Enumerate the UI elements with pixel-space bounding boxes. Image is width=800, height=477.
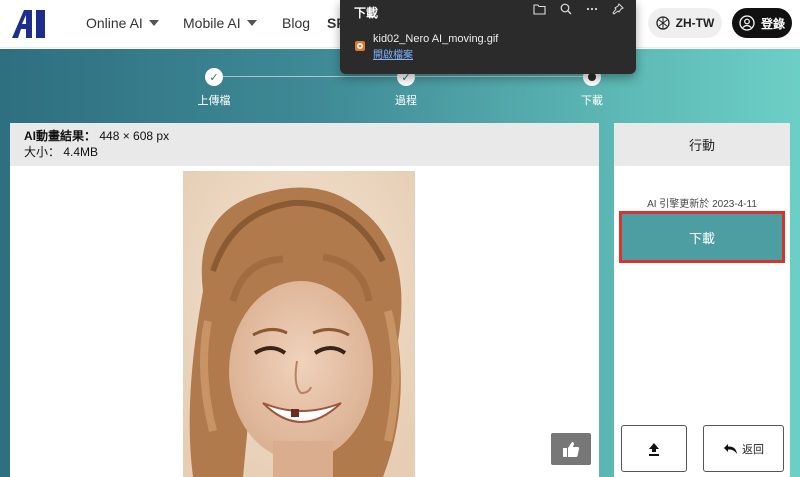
pin-icon[interactable]	[612, 3, 624, 15]
login-label: 登錄	[760, 16, 785, 31]
result-dimensions: 448 × 608 px	[99, 129, 170, 143]
like-button[interactable]	[551, 433, 591, 465]
user-icon	[739, 15, 755, 31]
step-upload-label: 上傳檔	[197, 95, 231, 107]
folder-icon[interactable]	[533, 3, 546, 15]
chevron-down-icon	[246, 20, 257, 26]
upload-button[interactable]	[621, 425, 687, 472]
result-label: AI動畫結果：	[24, 129, 97, 143]
step-process: ✓ 過程	[366, 68, 446, 108]
language-label: ZH-TW	[675, 16, 715, 30]
browser-download-panel: 下載 kid02_Nero AI_moving.gif 開啟檔案	[340, 0, 636, 74]
step-upload: ✓ 上傳檔	[174, 68, 254, 108]
nav-mobile-ai[interactable]: Mobile AI	[183, 15, 257, 31]
undo-icon	[724, 443, 737, 454]
more-icon[interactable]	[586, 3, 598, 15]
checkmark-icon: ✓	[205, 68, 223, 86]
download-button[interactable]: 下載	[619, 211, 785, 263]
step-process-label: 過程	[395, 95, 417, 107]
size-value: 4.4MB	[63, 145, 99, 159]
engine-update-note: AI 引擎更新於 2023-4-11	[647, 199, 757, 210]
open-file-link[interactable]: 開啟檔案	[373, 46, 413, 61]
gif-file-icon	[355, 41, 365, 51]
result-panel: AI動畫結果： 448 × 608 px 大小： 4.4MB	[10, 123, 599, 477]
back-label: 返回	[742, 443, 764, 456]
download-file-name[interactable]: kid02_Nero AI_moving.gif	[373, 33, 498, 45]
language-button[interactable]: ZH-TW	[648, 8, 722, 38]
chevron-down-icon	[148, 20, 159, 26]
login-button[interactable]: 登錄	[732, 8, 792, 38]
result-image	[183, 171, 415, 477]
result-info: AI動畫結果： 448 × 608 px 大小： 4.4MB	[10, 123, 599, 166]
step-download: 下載	[552, 68, 632, 108]
action-panel: 行動 AI 引擎更新於 2023-4-11 下載 返回	[614, 123, 790, 477]
ai-logo[interactable]	[10, 9, 60, 39]
step-download-label: 下載	[581, 95, 603, 107]
globe-icon	[656, 16, 670, 30]
upload-icon	[649, 442, 659, 456]
back-button[interactable]: 返回	[703, 425, 784, 472]
nav-mobile-ai-label: Mobile AI	[183, 15, 241, 31]
search-icon[interactable]	[560, 3, 572, 15]
download-panel-tools	[533, 3, 624, 15]
nav-blog[interactable]: Blog	[282, 15, 310, 31]
thumbs-up-icon	[563, 442, 580, 457]
nav-online-ai[interactable]: Online AI	[86, 15, 159, 31]
download-panel-title: 下載	[354, 6, 379, 20]
nav-online-ai-label: Online AI	[86, 15, 143, 31]
action-title: 行動	[614, 123, 790, 166]
size-label: 大小：	[24, 145, 61, 159]
nav-blog-label: Blog	[282, 15, 311, 31]
